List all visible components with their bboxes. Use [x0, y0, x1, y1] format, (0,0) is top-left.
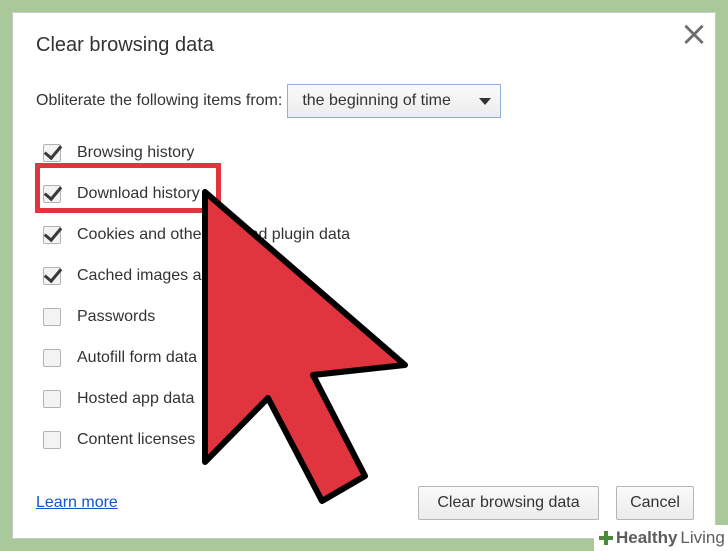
time-range-row: Obliterate the following items from: the… [36, 84, 502, 118]
option-hosted-app-data[interactable]: Hosted app data [43, 378, 350, 419]
checkbox-passwords[interactable] [43, 307, 61, 326]
option-label: Cached images and files [77, 266, 253, 284]
checkbox-autofill[interactable] [43, 348, 61, 367]
watermark-brand-light: Living [680, 528, 725, 547]
time-range-label: Obliterate the following items from: [36, 92, 283, 109]
option-autofill[interactable]: Autofill form data [43, 337, 350, 378]
checkbox-hosted-app-data[interactable] [43, 389, 61, 408]
option-content-licenses[interactable]: Content licenses [43, 419, 350, 460]
checkbox-content-licenses[interactable] [43, 430, 61, 449]
plus-leaf-icon [599, 531, 613, 545]
learn-more-link[interactable]: Learn more [36, 494, 118, 512]
time-range-select[interactable]: the beginning of time [287, 84, 502, 118]
option-label: Browsing history [77, 143, 195, 161]
clear-browsing-data-button[interactable]: Clear browsing data [418, 486, 599, 520]
option-label: Hosted app data [77, 389, 195, 407]
watermark-brand-bold: Healthy [616, 528, 678, 547]
option-cached-images[interactable]: Cached images and files [43, 255, 350, 296]
healthy-living-watermark: Healthy Living [594, 525, 728, 551]
checkbox-cookies[interactable] [43, 225, 61, 244]
option-label: Cookies and other site and plugin data [77, 225, 351, 243]
highlight-box [35, 163, 221, 213]
cancel-button[interactable]: Cancel [616, 486, 694, 520]
clear-browsing-data-dialog: Clear browsing data × Obliterate the fol… [12, 12, 716, 539]
close-icon[interactable]: × [679, 17, 709, 51]
option-passwords[interactable]: Passwords [43, 296, 350, 337]
checkbox-cached-images[interactable] [43, 266, 61, 285]
dialog-title: Clear browsing data [36, 34, 214, 56]
chevron-down-icon [479, 98, 492, 105]
option-cookies[interactable]: Cookies and other site and plugin data [43, 214, 350, 255]
option-label: Passwords [77, 307, 156, 325]
checkbox-browsing-history[interactable] [43, 143, 61, 162]
time-range-value: the beginning of time [302, 92, 451, 109]
option-label: Autofill form data [77, 348, 198, 366]
option-label: Content licenses [77, 430, 196, 448]
